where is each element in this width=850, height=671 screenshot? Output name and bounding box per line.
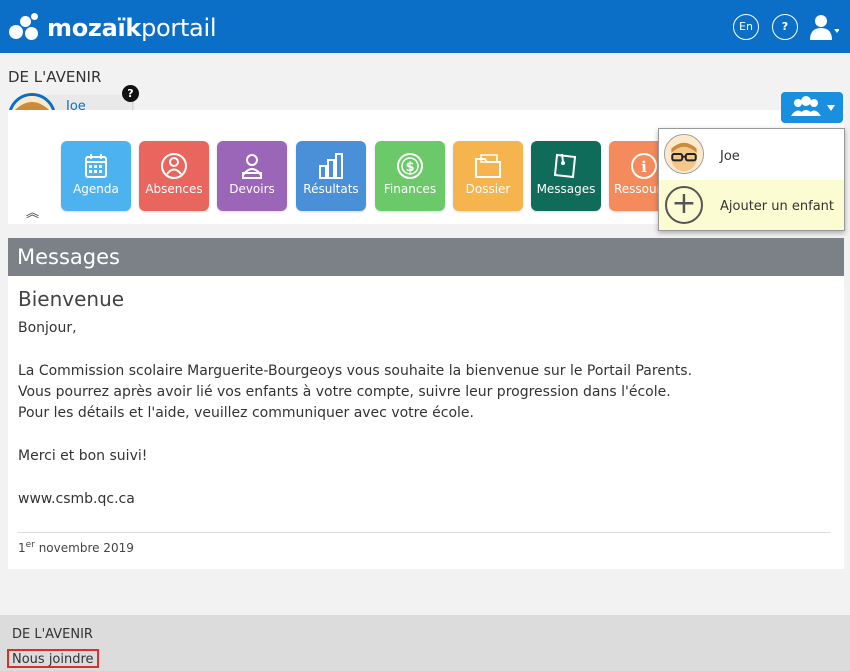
tile-devoirs[interactable]: Devoirs	[217, 141, 287, 211]
tile-messages[interactable]: Messages	[531, 141, 601, 211]
tile-label: Devoirs	[229, 182, 275, 196]
logo-mark-icon	[9, 13, 39, 43]
tile-label: Agenda	[73, 182, 119, 196]
absence-person-icon	[159, 151, 189, 181]
message-website: www.csmb.qc.ca	[18, 491, 135, 507]
family-menu-button[interactable]	[781, 92, 843, 123]
dropdown-item-label: Ajouter un enfant	[720, 199, 834, 214]
message-line: La Commission scolaire Marguerite-Bourge…	[18, 363, 693, 379]
dropdown-item-joe[interactable]: Joe	[659, 129, 844, 179]
tile-label: Finances	[383, 182, 437, 196]
footer-school-name: DE L'AVENIR	[12, 627, 93, 642]
message-line: Pour les détails et l'aide, veuillez com…	[18, 405, 474, 421]
tile-finances[interactable]: $ Finances	[375, 141, 445, 211]
tile-label: Dossier	[465, 182, 511, 196]
tile-ressources[interactable]: i Ressour	[609, 141, 661, 211]
svg-text:i: i	[641, 158, 647, 176]
homework-person-icon	[237, 151, 267, 181]
message-line: Bonjour,	[18, 320, 77, 336]
plus-icon: +	[665, 186, 703, 224]
tile-label: Ressour	[614, 182, 661, 196]
help-button[interactable]: ?	[772, 14, 798, 40]
tile-resultats[interactable]: Résultats	[296, 141, 366, 211]
calendar-icon	[81, 151, 111, 181]
messages-section-title: Messages	[8, 238, 844, 276]
tile-label: Absences	[145, 182, 203, 196]
add-child-button[interactable]: + Ajouter un enfant	[659, 180, 844, 230]
tile-agenda[interactable]: Agenda	[61, 141, 131, 211]
family-dropdown: Joe + Ajouter un enfant	[658, 128, 845, 231]
logo-text: mozaïkportail	[47, 14, 217, 42]
user-icon[interactable]	[809, 13, 840, 41]
resources-icon: i	[629, 151, 659, 181]
tile-label: Résultats	[303, 182, 359, 196]
tile-absences[interactable]: Absences	[139, 141, 209, 211]
messages-panel	[8, 276, 844, 569]
child-help-badge[interactable]: ?	[122, 85, 139, 102]
bar-chart-icon	[316, 151, 346, 181]
school-title: DE L'AVENIR	[8, 68, 102, 86]
message-line: Vous pourrez après avoir lié vos enfants…	[18, 384, 671, 400]
footer	[0, 615, 850, 671]
collapse-icon[interactable]: ︽	[26, 202, 39, 221]
tile-dossier[interactable]: Dossier	[453, 141, 523, 211]
language-button[interactable]: En	[733, 14, 759, 40]
svg-text:$: $	[405, 160, 414, 175]
folder-icon	[473, 151, 503, 181]
dropdown-item-label: Joe	[720, 149, 740, 164]
message-icon	[551, 151, 581, 181]
message-line: Merci et bon suivi!	[18, 448, 148, 464]
message-date: 1er novembre 2019	[18, 540, 134, 555]
contact-link[interactable]: Nous joindre	[7, 649, 99, 668]
child-avatar	[664, 134, 704, 174]
message-title: Bienvenue	[18, 287, 125, 311]
dollar-icon: $	[395, 151, 425, 181]
tile-label: Messages	[536, 182, 596, 196]
divider	[18, 532, 830, 533]
family-icon	[791, 96, 835, 116]
mozaik-logo[interactable]: mozaïkportail	[9, 11, 217, 45]
